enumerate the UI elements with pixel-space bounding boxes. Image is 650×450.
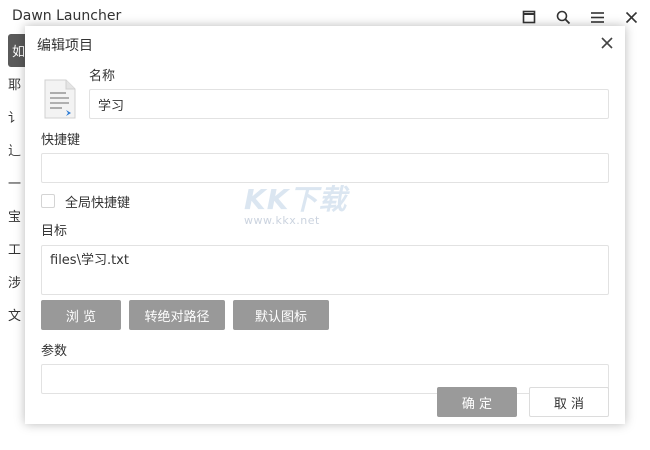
name-input[interactable]	[89, 89, 609, 119]
cancel-button[interactable]: 取 消	[529, 387, 609, 417]
global-shortcut-checkbox[interactable]	[41, 194, 55, 208]
shortcut-input[interactable]	[41, 153, 609, 183]
dialog-title: 编辑项目	[37, 38, 93, 54]
text-file-icon	[44, 79, 76, 119]
absolute-path-button[interactable]: 转绝对路径	[129, 300, 225, 330]
dialog-close-icon[interactable]	[599, 35, 615, 51]
params-label: 参数	[41, 344, 68, 359]
params-input[interactable]	[41, 364, 609, 394]
target-label: 目标	[41, 224, 68, 239]
close-icon[interactable]	[620, 8, 642, 26]
global-shortcut-label: 全局快捷键	[65, 196, 131, 211]
search-icon[interactable]	[552, 8, 574, 26]
name-label: 名称	[89, 69, 116, 84]
edit-item-dialog: 编辑项目 名称 快捷键 全局快捷键 目标 files\学习.txt 浏 览 转绝…	[25, 26, 625, 424]
menu-icon[interactable]	[586, 8, 608, 26]
window-controls	[518, 8, 642, 26]
maximize-icon[interactable]	[518, 8, 540, 26]
target-input[interactable]: files\学习.txt	[41, 245, 609, 295]
default-icon-button[interactable]: 默认图标	[233, 300, 329, 330]
ok-button[interactable]: 确 定	[437, 387, 517, 417]
browse-button[interactable]: 浏 览	[41, 300, 121, 330]
app-title: Dawn Launcher	[12, 8, 122, 24]
shortcut-label: 快捷键	[41, 133, 81, 148]
